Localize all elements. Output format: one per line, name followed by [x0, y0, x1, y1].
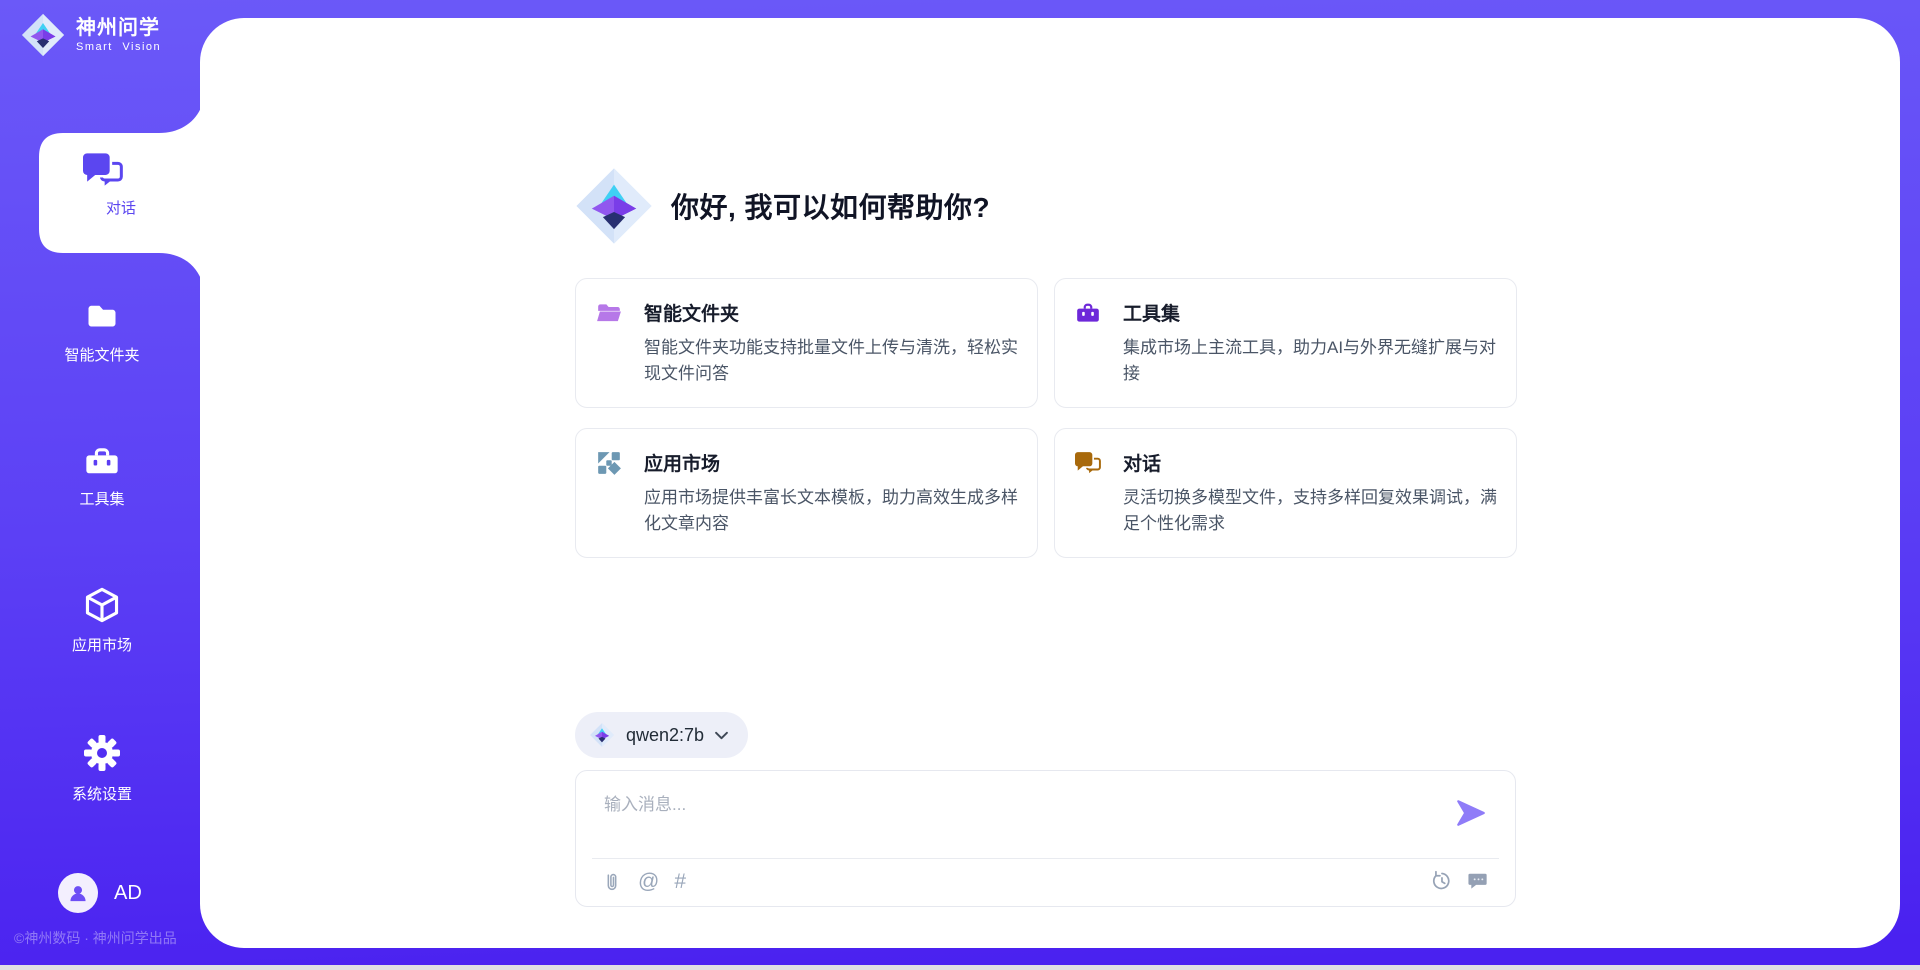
feature-cards: 智能文件夹 智能文件夹功能支持批量文件上传与清洗，轻松实现文件问答 工具集 集成… [575, 278, 1517, 558]
comment-icon[interactable] [1467, 869, 1490, 892]
greeting-title: 你好, 我可以如何帮助你? [671, 186, 990, 226]
composer-right-tools [1430, 869, 1490, 892]
message-composer: @ # [575, 770, 1516, 907]
card-toolset[interactable]: 工具集 集成市场上主流工具，助力AI与外界无缝扩展与对接 [1054, 278, 1517, 408]
diamond-logo-icon [573, 165, 655, 247]
sidebar-item-label: 工具集 [0, 488, 204, 509]
user-profile[interactable]: AD [58, 873, 142, 913]
card-description: 智能文件夹功能支持批量文件上传与清洗，轻松实现文件问答 [644, 335, 1026, 386]
brand-subtitle: Smart Vision [76, 41, 161, 53]
sidebar-item-label: 智能文件夹 [0, 344, 204, 365]
paperclip-icon[interactable] [601, 869, 623, 895]
sidebar-item-label: 系统设置 [0, 783, 204, 804]
model-selector[interactable]: qwen2:7b [575, 712, 748, 758]
message-input[interactable] [604, 787, 1444, 823]
brand-name: 神州问学 [76, 17, 161, 39]
card-chat[interactable]: 对话 灵活切换多模型文件，支持多样回复效果调试，满足个性化需求 [1054, 428, 1517, 558]
send-icon[interactable] [1455, 797, 1487, 829]
card-description: 集成市场上主流工具，助力AI与外界无缝扩展与对接 [1123, 335, 1505, 386]
model-name: qwen2:7b [626, 725, 704, 746]
main-content-panel: 你好, 我可以如何帮助你? 智能文件夹 智能文件夹功能支持批量文件上传与清洗，轻… [200, 18, 1900, 948]
chevron-down-icon [715, 731, 728, 740]
card-title: 工具集 [1123, 299, 1505, 326]
sidebar-item-app-market[interactable]: 应用市场 [0, 586, 204, 655]
gear-icon [82, 733, 122, 773]
chat-icon[interactable] [83, 150, 123, 190]
folder-icon [84, 298, 120, 334]
card-smart-folders[interactable]: 智能文件夹 智能文件夹功能支持批量文件上传与清洗，轻松实现文件问答 [575, 278, 1038, 408]
avatar [58, 873, 98, 913]
card-description: 应用市场提供丰富长文本模板，助力高效生成多样化文章内容 [644, 485, 1026, 536]
card-description: 灵活切换多模型文件，支持多样回复效果调试，满足个性化需求 [1123, 485, 1505, 536]
copyright-footer: ©神州数码 · 神州问学出品 [14, 928, 177, 948]
window-bottom-edge [0, 965, 1920, 970]
sidebar-item-settings[interactable]: 系统设置 [0, 733, 204, 804]
sidebar-item-chat[interactable]: 对话 [37, 197, 205, 218]
hashtag-icon[interactable]: # [674, 869, 686, 895]
cube-icon [83, 586, 121, 624]
sidebar-item-smart-folders[interactable]: 智能文件夹 [0, 298, 204, 365]
card-title: 对话 [1123, 449, 1505, 476]
greeting-block: 你好, 我可以如何帮助你? [573, 165, 990, 247]
chat-icon [1075, 450, 1101, 476]
folder-open-icon [596, 300, 622, 326]
composer-left-tools: @ # [601, 869, 686, 895]
diamond-logo-icon [20, 12, 66, 58]
user-name: AD [114, 882, 142, 905]
card-title: 智能文件夹 [644, 299, 1026, 326]
active-tab-shape[interactable] [37, 88, 205, 300]
card-title: 应用市场 [644, 449, 1026, 476]
history-icon[interactable] [1430, 869, 1453, 892]
sidebar-item-label: 应用市场 [0, 634, 204, 655]
diamond-logo-icon [589, 722, 615, 748]
toolbox-icon [83, 444, 121, 478]
brand-logo: 神州问学 Smart Vision [20, 12, 161, 58]
mention-icon[interactable]: @ [638, 869, 659, 895]
composer-divider [592, 858, 1499, 859]
app-grid-icon [596, 450, 622, 476]
person-icon [65, 880, 91, 906]
toolbox-icon [1075, 300, 1101, 326]
sidebar-item-toolset[interactable]: 工具集 [0, 444, 204, 509]
card-app-market[interactable]: 应用市场 应用市场提供丰富长文本模板，助力高效生成多样化文章内容 [575, 428, 1038, 558]
